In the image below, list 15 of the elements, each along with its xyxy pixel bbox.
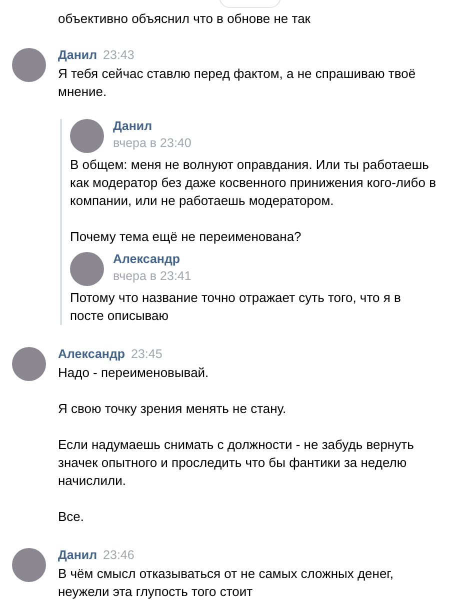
message-text: В чём смысл отказываться от не самых сложных денег, неужели эта глупость того стоит bbox=[58, 565, 394, 601]
message-text: Я тебя сейчас ставлю перед фактом, а не спрашиваю твоё мнение. bbox=[58, 65, 417, 101]
message-text: Потому что название точно отражает суть того, что я в посте описываю bbox=[70, 289, 402, 325]
message-text: объективно объяснил что в обнове не так bbox=[58, 10, 312, 28]
message-text: Почему тема ещё не переименована? bbox=[70, 228, 302, 246]
author-name[interactable]: Данил bbox=[58, 48, 98, 62]
author-name[interactable]: Данил bbox=[58, 548, 98, 562]
author-name[interactable]: Александр bbox=[58, 347, 126, 361]
message-text: Если надумаешь снимать с должности - не забудь вернуть значек опытного и проследить что бы фантики за неделю начислили. bbox=[58, 436, 415, 490]
message-text: Надо - переименовывай. bbox=[58, 364, 210, 382]
message-text: Я свою точку зрения менять не стану. bbox=[58, 400, 288, 418]
author-name[interactable]: Данил bbox=[113, 119, 192, 133]
message-text: В общем: меня не волнуют оправдания. Или ты работаешь как модератор без даже косвенного принижения кого-либо в компании, или не работаешь модератором. bbox=[70, 156, 437, 210]
message-text: Все. bbox=[58, 508, 86, 526]
author-name[interactable]: Александр bbox=[113, 252, 192, 266]
